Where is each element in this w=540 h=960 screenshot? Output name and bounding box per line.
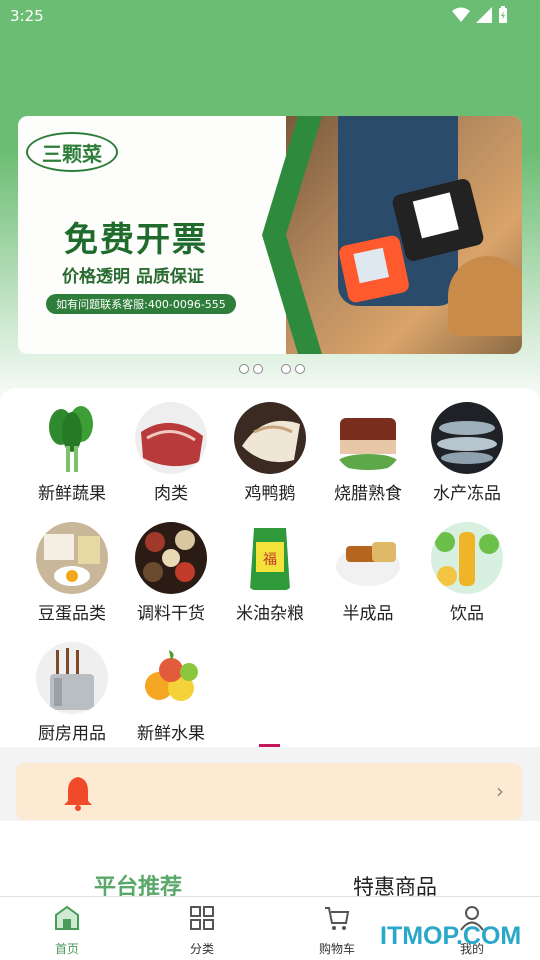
grid-icon [190, 906, 214, 930]
promo-banner[interactable]: 三颗菜 免费开票 价格透明 品质保证 如有问题联系客服:400-0096-555 [18, 116, 522, 354]
banner-photo-basket [448, 256, 522, 336]
status-time: 3:25 [10, 7, 44, 25]
category-seafood[interactable]: 水产冻品 [417, 388, 517, 504]
category-meat[interactable]: 肉类 [121, 388, 221, 504]
fruits-icon [135, 642, 207, 714]
roast-meat-icon [332, 402, 404, 474]
signal-icon [476, 7, 492, 23]
category-vegetables[interactable]: 新鲜蔬果 [22, 388, 122, 504]
category-label: 烧腊熟食 [334, 484, 402, 504]
category-label: 鸡鸭鹅 [244, 484, 296, 504]
home-icon [55, 905, 79, 930]
category-tofu-eggs[interactable]: 豆蛋品类 [22, 508, 122, 624]
svg-text:福: 福 [263, 552, 277, 568]
banner-subtitle: 价格透明 品质保证 [62, 267, 204, 287]
battery-icon [499, 6, 507, 23]
category-drinks[interactable]: 饮品 [417, 508, 517, 624]
drinks-icon [431, 522, 503, 594]
category-poultry[interactable]: 鸡鸭鹅 [220, 388, 320, 504]
banner-service-line: 如有问题联系客服:400-0096-555 [46, 294, 236, 314]
chevron-right-icon: › [496, 779, 504, 803]
category-label: 半成品 [342, 604, 394, 624]
seafood-icon [431, 402, 503, 474]
nav-category-label: 分类 [189, 942, 214, 956]
notice-bar[interactable]: › [16, 763, 522, 820]
semi-finished-icon [332, 522, 404, 594]
cart-icon [325, 907, 350, 930]
tofu-eggs-icon [36, 522, 108, 594]
nav-home[interactable]: 首页 [32, 905, 102, 957]
carousel-dot[interactable] [295, 364, 305, 374]
category-rice-oil[interactable]: 福 米油杂粮 [220, 508, 320, 624]
category-fruits[interactable]: 新鲜水果 [121, 628, 221, 744]
category-semi-finished[interactable]: 半成品 [318, 508, 418, 624]
carousel-dot[interactable] [239, 364, 249, 374]
carousel-dot[interactable] [281, 364, 291, 374]
carousel-dot[interactable] [253, 364, 263, 374]
category-label: 调料干货 [137, 604, 205, 624]
category-label: 水产冻品 [433, 484, 501, 504]
nav-category[interactable]: 分类 [167, 905, 237, 957]
bell-icon [64, 777, 92, 811]
category-label: 新鲜蔬果 [38, 484, 106, 504]
category-spices[interactable]: 调料干货 [121, 508, 221, 624]
banner-title: 免费开票 [64, 220, 208, 260]
watermark: ITMOP.COM [380, 922, 522, 950]
brand-logo: 三颗菜 [26, 132, 118, 172]
category-grid: 新鲜蔬果 肉类 鸡鸭鹅 烧腊熟食 水产冻品 豆蛋品类 调料干货 福 米油杂粮 半… [0, 388, 540, 746]
category-label: 米油杂粮 [236, 604, 304, 624]
nav-home-label: 首页 [54, 942, 79, 956]
poultry-icon [234, 402, 306, 474]
nav-cart-label: 购物车 [318, 942, 355, 956]
vegetables-icon [36, 402, 108, 474]
category-label: 豆蛋品类 [38, 604, 106, 624]
meat-icon [135, 402, 207, 474]
category-kitchen-utensils[interactable]: 厨房用品 [22, 628, 122, 744]
nav-cart[interactable]: 购物车 [302, 905, 372, 957]
category-label: 新鲜水果 [137, 724, 205, 744]
product-tabs: 平台推荐 特惠商品 [0, 821, 540, 900]
category-label: 肉类 [154, 484, 188, 504]
status-bar: 3:25 [0, 0, 540, 32]
category-label: 厨房用品 [38, 724, 106, 744]
status-icons [452, 6, 508, 24]
kitchen-utensils-icon [36, 642, 108, 714]
wifi-icon [452, 7, 470, 22]
carousel-indicator [239, 364, 305, 374]
category-label: 饮品 [450, 604, 484, 624]
category-roast-meat[interactable]: 烧腊熟食 [318, 388, 418, 504]
rice-oil-icon: 福 [234, 522, 306, 594]
spices-icon [135, 522, 207, 594]
